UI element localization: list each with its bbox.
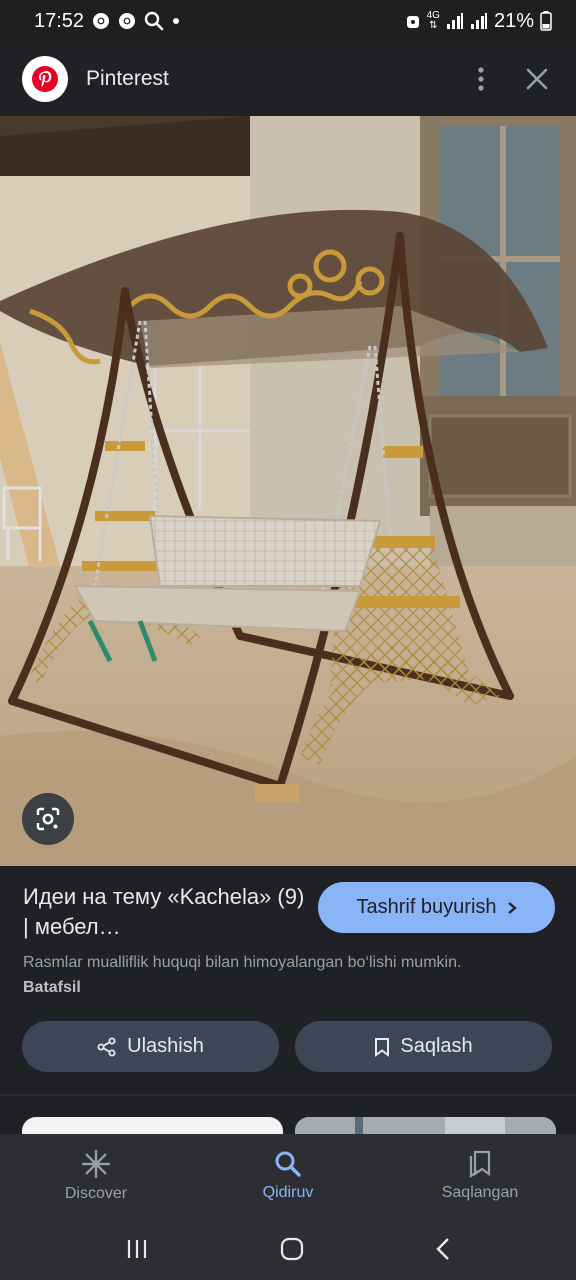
copyright-notice: Rasmlar mualliflik huquqi bilan himoyala… xyxy=(23,950,523,1000)
more-vert-icon[interactable] xyxy=(478,67,484,91)
app-header: Pinterest xyxy=(0,42,576,116)
battery-icon xyxy=(540,11,552,31)
bookmarks-icon xyxy=(467,1150,493,1178)
search-icon xyxy=(144,11,164,31)
google-lens-icon[interactable] xyxy=(22,793,74,845)
pinterest-logo-icon xyxy=(22,56,68,102)
save-button[interactable]: Saqlash xyxy=(295,1021,552,1072)
result-title[interactable]: Идеи на тему «Kachela» (9) | мебел… xyxy=(23,882,313,942)
signal-icon xyxy=(470,12,488,30)
status-bar: 17:52 4G ⇅ 21% xyxy=(0,0,576,42)
bookmark-icon xyxy=(374,1037,390,1057)
result-info: Идеи на тему «Kachela» (9) | мебел… Tash… xyxy=(0,866,576,1094)
nav-search[interactable]: Qidiruv xyxy=(192,1134,384,1218)
close-icon[interactable] xyxy=(526,68,548,90)
related-results xyxy=(0,1096,576,1147)
share-button[interactable]: Ulashish xyxy=(22,1021,279,1072)
recent-apps-icon[interactable] xyxy=(125,1238,149,1260)
share-icon xyxy=(97,1037,117,1057)
back-icon[interactable] xyxy=(435,1237,451,1261)
learn-more-link[interactable]: Batafsil xyxy=(23,979,81,996)
nav-label: Qidiruv xyxy=(262,1184,314,1201)
chrome-icon xyxy=(118,12,136,30)
nav-discover[interactable]: Discover xyxy=(0,1134,192,1218)
result-image[interactable] xyxy=(0,116,576,866)
copyright-text: Rasmlar mualliflik huquqi bilan himoyala… xyxy=(23,954,462,971)
network-type: 4G ⇅ xyxy=(426,10,440,31)
dot-icon xyxy=(172,17,180,25)
chrome-icon xyxy=(92,12,110,30)
home-icon[interactable] xyxy=(280,1237,304,1261)
visit-button[interactable]: Tashrif buyurish xyxy=(318,882,555,933)
nav-label: Discover xyxy=(64,1185,128,1202)
search-icon xyxy=(274,1150,302,1178)
chevron-right-icon xyxy=(507,901,517,915)
nav-label: Saqlangan xyxy=(441,1184,519,1201)
site-name: Pinterest xyxy=(86,67,169,90)
visit-label: Tashrif buyurish xyxy=(356,896,497,918)
bottom-navigation: Discover Qidiruv Saqlangan xyxy=(0,1134,576,1218)
alarm-icon xyxy=(405,12,421,30)
battery-percentage: 21% xyxy=(493,9,534,32)
signal-icon xyxy=(446,12,464,30)
asterisk-icon xyxy=(81,1149,111,1179)
clock: 17:52 xyxy=(34,9,85,32)
save-label: Saqlash xyxy=(400,1035,473,1057)
nav-saved[interactable]: Saqlangan xyxy=(384,1134,576,1218)
system-navigation xyxy=(0,1218,576,1280)
share-label: Ulashish xyxy=(127,1035,204,1057)
